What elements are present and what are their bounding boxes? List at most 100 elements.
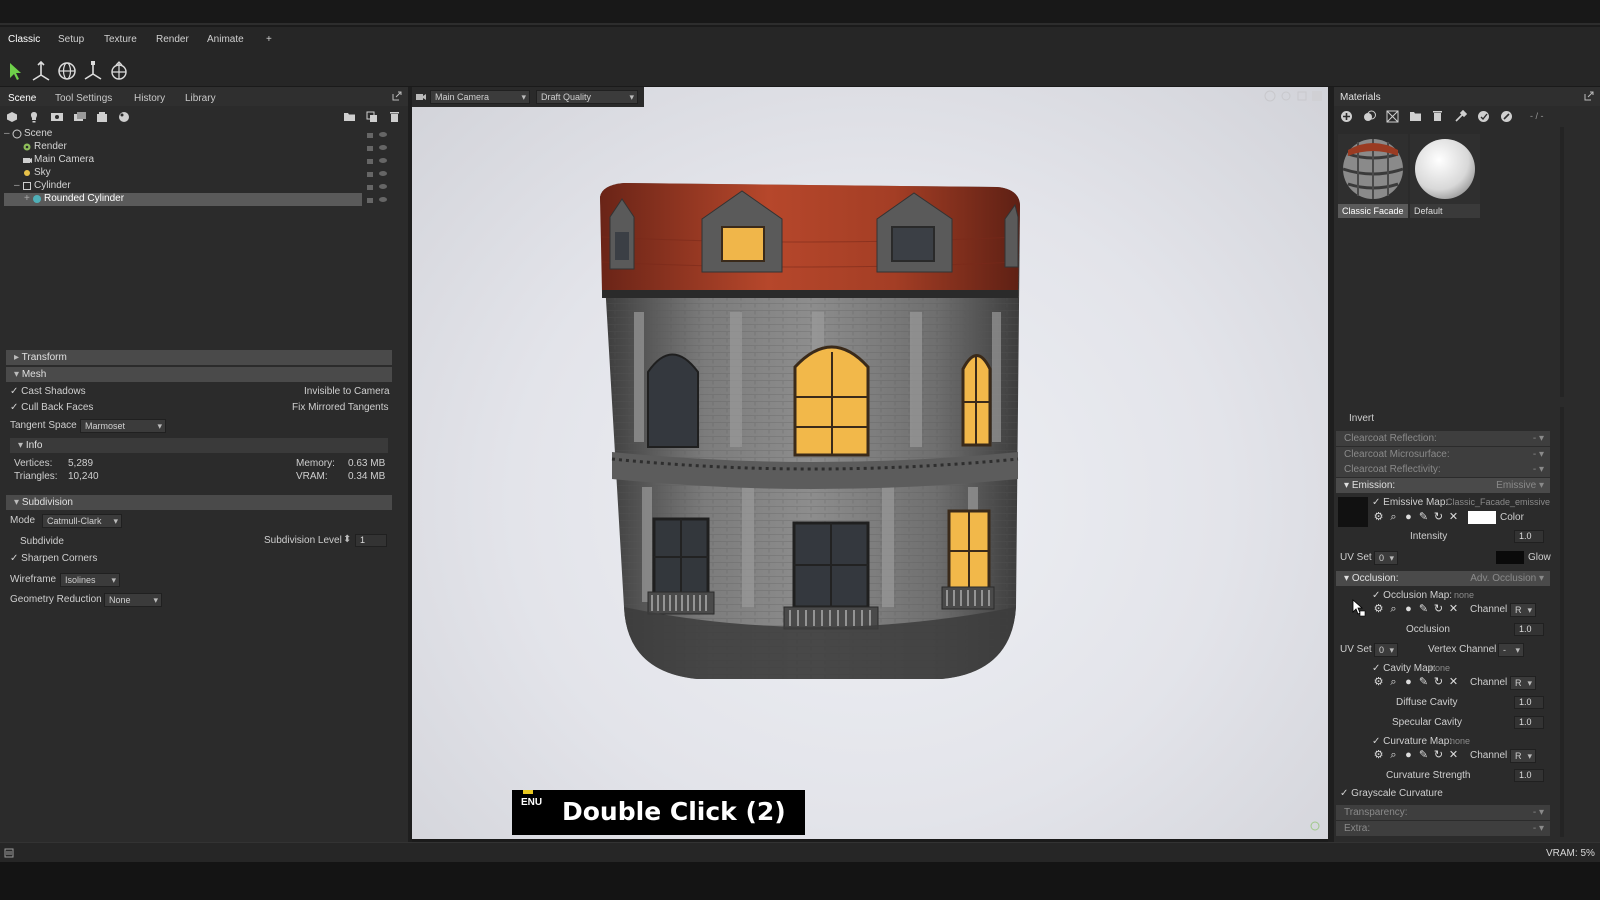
clearcoat-reflectivity-header[interactable]: Clearcoat Reflectivity: - ▾ [1336,462,1550,477]
add-material-icon[interactable] [1340,110,1353,123]
rounded-cylinder-model[interactable] [412,87,1328,839]
invisible-to-camera-checkbox[interactable]: Invisible to Camera [304,386,390,397]
sharpen-corners-checkbox[interactable]: ✓ Sharpen Corners [10,553,97,564]
cast-shadows-checkbox[interactable]: ✓ Cast Shadows [10,386,86,397]
lock-visibility-icon[interactable] [366,143,388,152]
menu-setup[interactable]: Setup [58,34,84,45]
move-tool-icon[interactable] [30,60,52,82]
occlusion-map-tools[interactable]: ⚙ ⌕ ● ✎ ↻ ✕ [1372,603,1462,617]
apply-material-icon[interactable] [1477,110,1490,123]
menu-render[interactable]: Render [156,34,189,45]
rotate-tool-icon[interactable] [56,60,78,82]
fix-mirrored-tangents-checkbox[interactable]: Fix Mirrored Tangents [292,402,389,413]
curvature-map-tools[interactable]: ⚙ ⌕ ● ✎ ↻ ✕ [1372,749,1462,763]
curvature-map-label[interactable]: ✓ Curvature Map: [1372,736,1452,747]
lock-visibility-icon[interactable] [366,156,388,165]
geometry-reduction-select[interactable]: None [104,593,162,607]
delete-material-icon[interactable] [1432,109,1443,122]
material-page-indicator[interactable]: - / - [1530,111,1544,121]
duplicate-icon[interactable] [366,111,378,123]
folder-icon[interactable] [1409,110,1422,122]
tree-item-scene[interactable]: – Scene [4,128,396,141]
console-icon[interactable] [4,848,14,858]
quality-select[interactable]: Draft Quality [536,90,638,104]
lock-visibility-icon[interactable] [366,130,388,139]
subdivision-section-header[interactable]: ▾ Subdivision [6,495,392,510]
thumbnail-scrollbar[interactable] [1560,127,1564,397]
subdivision-mode-select[interactable]: Catmull-Clark [42,514,122,528]
properties-scrollbar[interactable] [1560,407,1564,837]
eyedropper-icon[interactable] [1454,110,1467,123]
lock-visibility-icon[interactable] [366,182,388,191]
subdivide-checkbox[interactable]: Subdivide [20,536,64,547]
tree-item-render[interactable]: Render [4,141,396,154]
wireframe-select[interactable]: Isolines [60,573,120,587]
add-camera-icon[interactable] [50,111,64,123]
popout-icon[interactable] [392,91,402,101]
grayscale-curvature-checkbox[interactable]: ✓ Grayscale Curvature [1340,788,1443,799]
emissive-map-label[interactable]: ✓ Emissive Map: [1372,497,1448,508]
uv-set-2-select[interactable]: 0 [1374,643,1398,657]
subdivision-level-stepper[interactable]: ⬍ [343,534,351,545]
emission-header[interactable]: ▾ Emission: Emissive ▾ [1336,478,1550,493]
menu-animate[interactable]: Animate [207,34,244,45]
material-settings-icon[interactable] [1500,110,1513,123]
add-group-icon[interactable] [73,111,87,123]
transform-section-header[interactable]: ▸ Transform [6,350,392,365]
mesh-section-header[interactable]: ▾ Mesh [6,367,392,382]
camera-select[interactable]: Main Camera [430,90,530,104]
extra-header[interactable]: Extra: - ▾ [1336,821,1550,836]
occlusion-map-label[interactable]: ✓ Occlusion Map: [1372,590,1452,601]
tab-history[interactable]: History [134,93,165,104]
uv-set-select[interactable]: 0 [1374,551,1398,565]
cavity-map-label[interactable]: ✓ Cavity Map: [1372,663,1436,674]
vertex-channel-select[interactable]: - [1498,643,1524,657]
curvature-strength-input[interactable]: 1.0 [1514,769,1544,782]
add-material-icon[interactable] [118,111,130,123]
clearcoat-reflection-header[interactable]: Clearcoat Reflection: - ▾ [1336,431,1550,446]
intensity-slider[interactable] [1340,530,1502,543]
intensity-input[interactable]: 1.0 [1514,530,1544,543]
cull-back-faces-checkbox[interactable]: ✓ Cull Back Faces [10,402,93,413]
lock-visibility-icon[interactable] [366,195,388,204]
material-thumbnail-default[interactable]: Default [1410,134,1480,218]
subdivision-level-input[interactable]: 1 [355,534,387,547]
menu-texture[interactable]: Texture [104,34,137,45]
select-tool-icon[interactable] [4,60,26,82]
scale-tool-icon[interactable] [82,60,104,82]
tangent-space-select[interactable]: Marmoset [80,419,166,433]
material-thumbnail-classic-facade[interactable]: Classic Facade [1338,134,1408,218]
tab-library[interactable]: Library [185,93,216,104]
invert-checkbox[interactable]: Invert [1349,413,1374,424]
add-object-icon[interactable] [6,111,18,123]
3d-viewport[interactable] [412,87,1328,839]
occlusion-header[interactable]: ▾ Occlusion: Adv. Occlusion ▾ [1336,571,1550,586]
lock-visibility-icon[interactable] [366,169,388,178]
world-pivot-tool-icon[interactable] [108,60,130,82]
add-light-icon[interactable] [28,111,40,123]
tree-item-main-camera[interactable]: Main Camera [4,154,396,167]
clearcoat-microsurface-header[interactable]: Clearcoat Microsurface: - ▾ [1336,447,1550,462]
cavity-map-tools[interactable]: ⚙ ⌕ ● ✎ ↻ ✕ [1372,676,1462,690]
material-grid-icon[interactable] [1386,110,1399,123]
curvature-channel-select[interactable]: R [1510,749,1536,763]
cavity-channel-select[interactable]: R [1510,676,1536,690]
popout-icon[interactable] [1584,91,1594,101]
tab-scene[interactable]: Scene [8,93,36,104]
emissive-map-tools[interactable]: ⚙ ⌕ ● ✎ ↻ ✕ [1372,511,1462,525]
glow-color-swatch[interactable] [1496,551,1524,564]
menu-add-tab[interactable]: + [266,34,272,45]
tab-tool-settings[interactable]: Tool Settings [55,93,112,104]
emissive-map-thumbnail[interactable] [1338,497,1368,527]
specular-cavity-input[interactable]: 1.0 [1514,716,1544,729]
folder-icon[interactable] [343,111,356,122]
occlusion-channel-select[interactable]: R [1510,603,1536,617]
diffuse-cavity-input[interactable]: 1.0 [1514,696,1544,709]
tree-item-cylinder[interactable]: – Cylinder [4,180,396,193]
tree-item-sky[interactable]: Sky [4,167,396,180]
add-shape-icon[interactable] [96,111,108,123]
occlusion-input[interactable]: 1.0 [1514,623,1544,636]
transparency-header[interactable]: Transparency: - ▾ [1336,805,1550,820]
tree-item-rounded-cylinder[interactable]: + Rounded Cylinder [4,193,396,206]
camera-menu-icon[interactable] [415,92,427,102]
